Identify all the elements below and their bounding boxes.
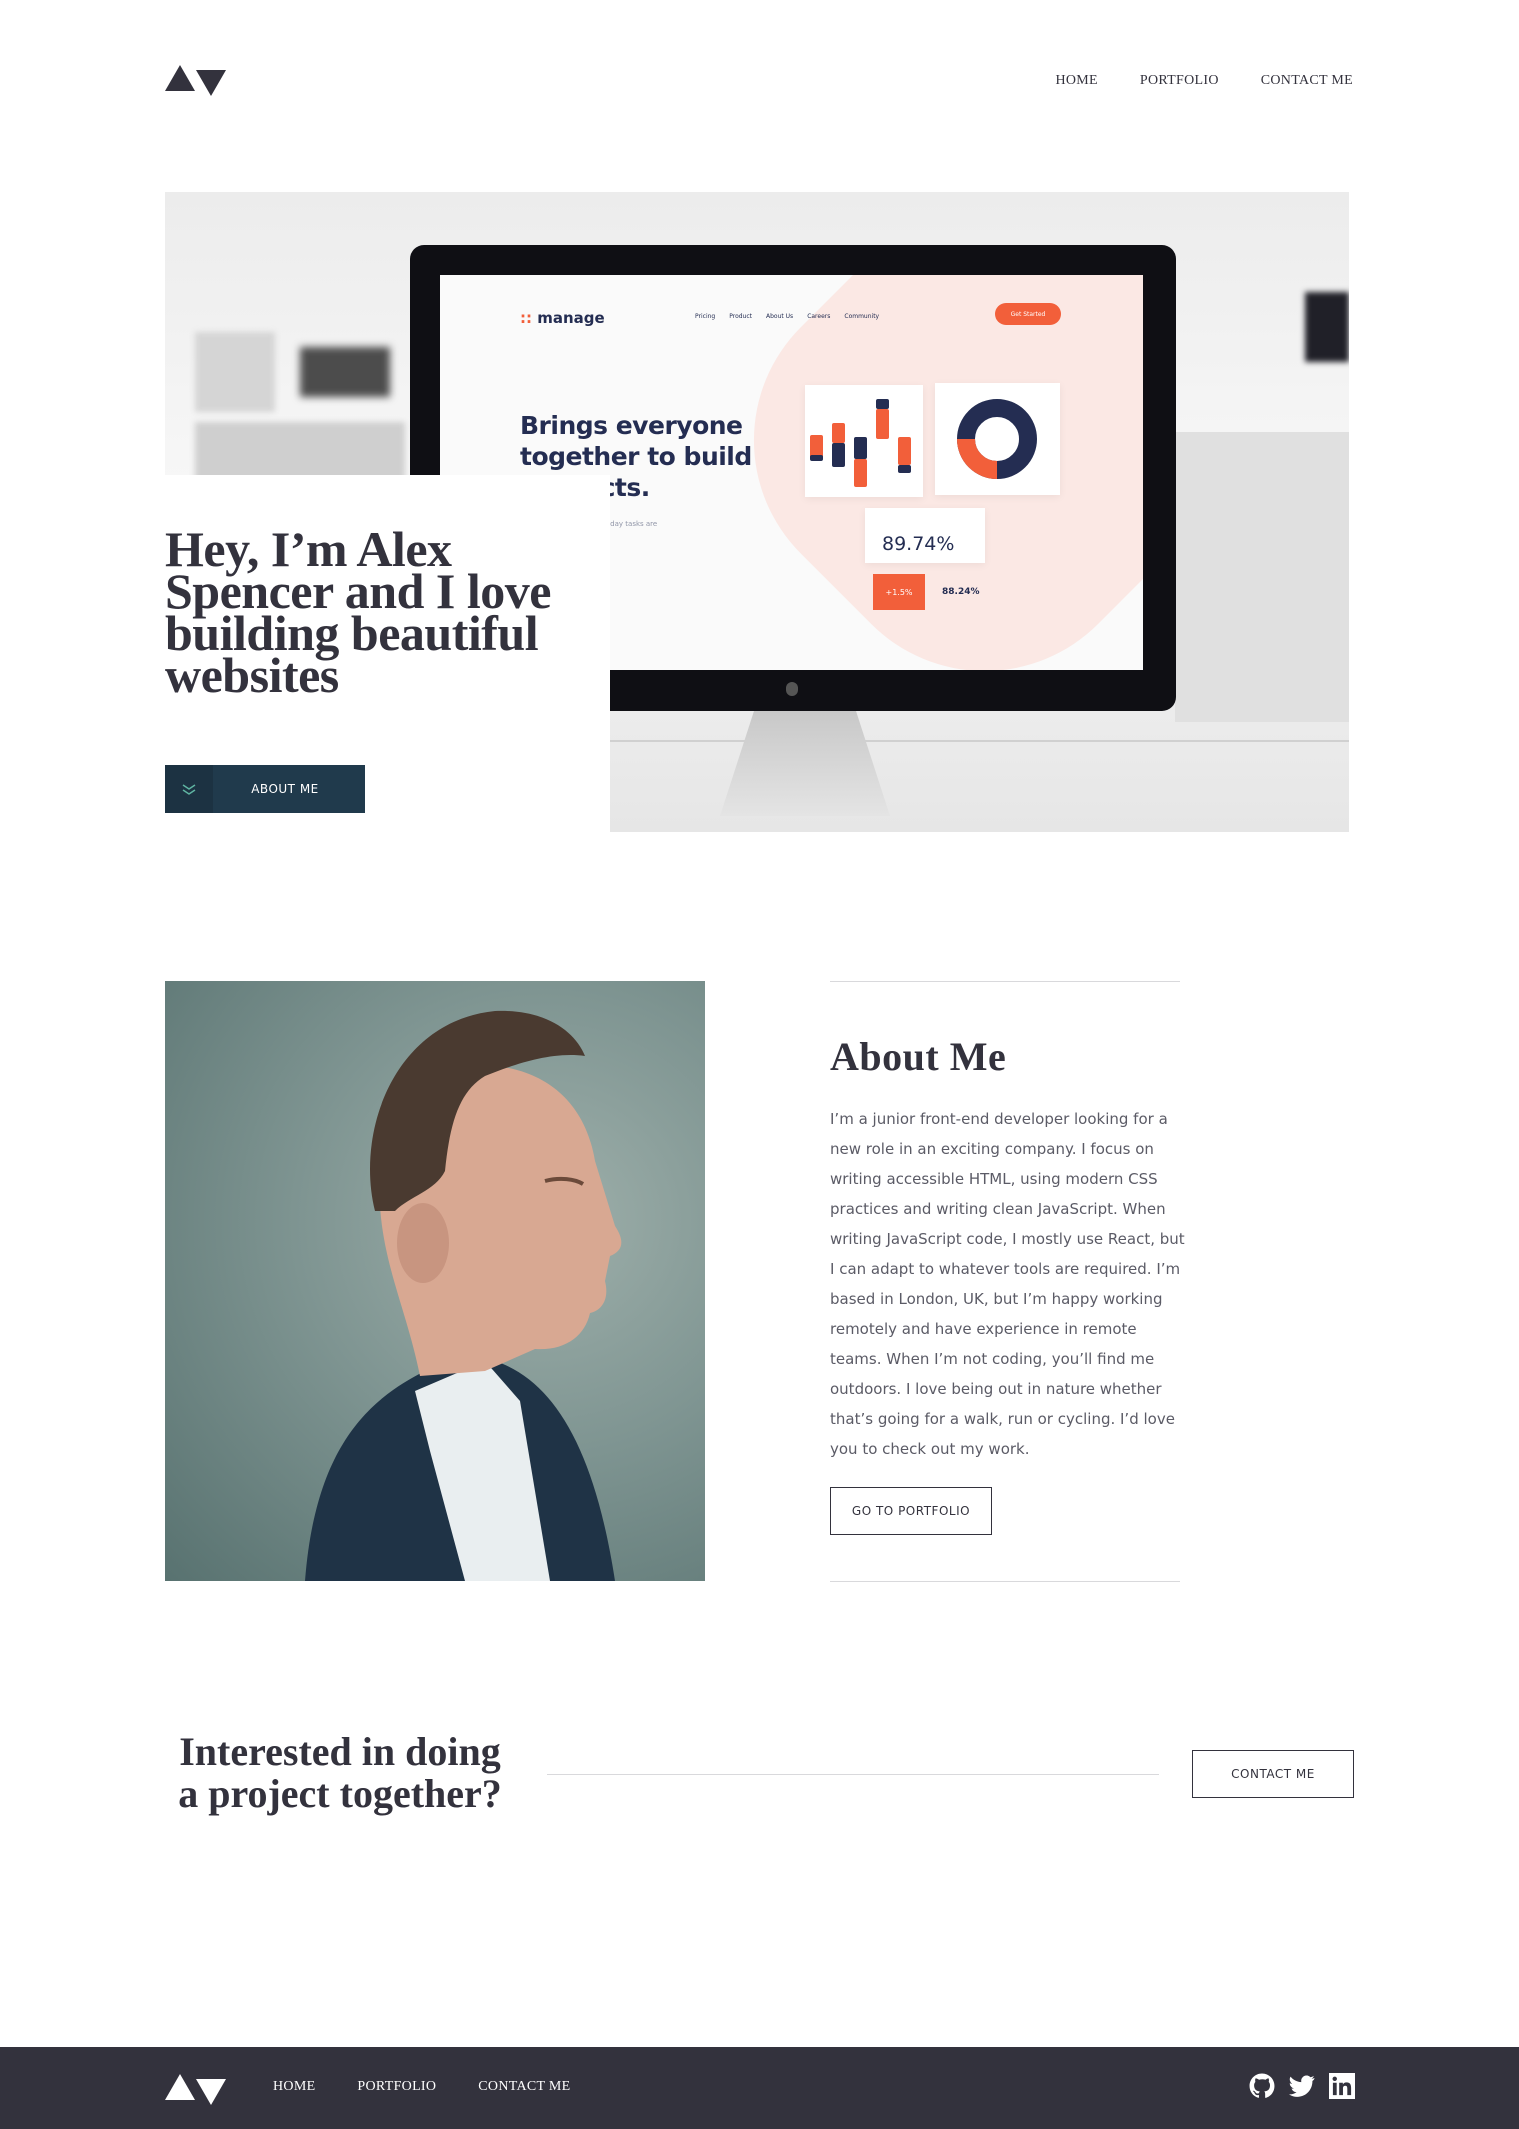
hero-title: Hey, I’m Alex Spencer and I love buildin… xyxy=(165,521,551,703)
about-title: About Me xyxy=(830,1034,1007,1079)
go-to-portfolio-button[interactable]: GO TO PORTFOLIO xyxy=(830,1487,992,1535)
divider xyxy=(547,1774,1159,1775)
monitor-stand xyxy=(720,711,890,816)
divider xyxy=(830,1581,1180,1582)
mock-nav-item: Community xyxy=(844,313,880,320)
mock-nav-item: Careers xyxy=(807,313,831,320)
linkedin-icon[interactable] xyxy=(1329,2073,1355,2099)
mock-nav-item: Pricing xyxy=(695,313,716,320)
mock-logo-text: manage xyxy=(537,309,605,327)
contact-me-button[interactable]: CONTACT ME xyxy=(1192,1750,1354,1798)
nav-contact-link[interactable]: CONTACT ME xyxy=(1261,73,1353,89)
footer-contact-link[interactable]: CONTACT ME xyxy=(478,2079,570,2095)
about-me-button[interactable]: ABOUT ME xyxy=(165,765,365,813)
cta-title: Interested in doing a project together? xyxy=(178,1729,502,1816)
nav-home-link[interactable]: HOME xyxy=(1055,73,1097,89)
portrait-illustration xyxy=(305,1010,622,1581)
nav-portfolio-link[interactable]: PORTFOLIO xyxy=(1140,73,1219,89)
logo-icon[interactable] xyxy=(165,65,226,97)
mock-donut-chart-icon xyxy=(957,399,1037,479)
footer-portfolio-link[interactable]: PORTFOLIO xyxy=(357,2079,436,2095)
footer-nav: HOME PORTFOLIO CONTACT ME xyxy=(273,2079,571,2095)
profile-photo xyxy=(165,981,705,1581)
about-me-button-label: ABOUT ME xyxy=(251,782,319,796)
mock-nav-item: Product xyxy=(729,313,753,320)
blurred-background xyxy=(165,322,405,482)
mock-cta: Get Started xyxy=(995,303,1061,325)
mock-nav: Pricing Product About Us Careers Communi… xyxy=(695,313,879,320)
mock-donut-card xyxy=(935,383,1060,495)
divider xyxy=(830,981,1180,982)
footer-logo-icon[interactable] xyxy=(165,2074,226,2106)
footer-home-link[interactable]: HOME xyxy=(273,2079,315,2095)
mock-logo: :: manage xyxy=(520,309,605,327)
footer: HOME PORTFOLIO CONTACT ME xyxy=(0,2047,1519,2129)
mock-bar-chart-icon xyxy=(810,399,911,487)
mock-stat-small: 88.24% xyxy=(942,587,980,597)
about-text: I’m a junior front-end developer looking… xyxy=(830,1110,1185,1458)
github-icon[interactable] xyxy=(1249,2073,1275,2099)
apple-logo-icon xyxy=(786,682,798,696)
mock-bar-card xyxy=(805,385,923,497)
blurred-background xyxy=(1175,432,1349,722)
mock-nav-item: About Us xyxy=(766,313,794,320)
mock-stat-badge: +1.5% xyxy=(873,574,925,610)
blurred-background xyxy=(1305,292,1349,362)
twitter-icon[interactable] xyxy=(1289,2073,1315,2099)
mock-stat-value: 89.74% xyxy=(882,533,955,555)
chevron-down-icon xyxy=(165,765,213,813)
main-nav: HOME PORTFOLIO CONTACT ME xyxy=(1055,73,1353,89)
